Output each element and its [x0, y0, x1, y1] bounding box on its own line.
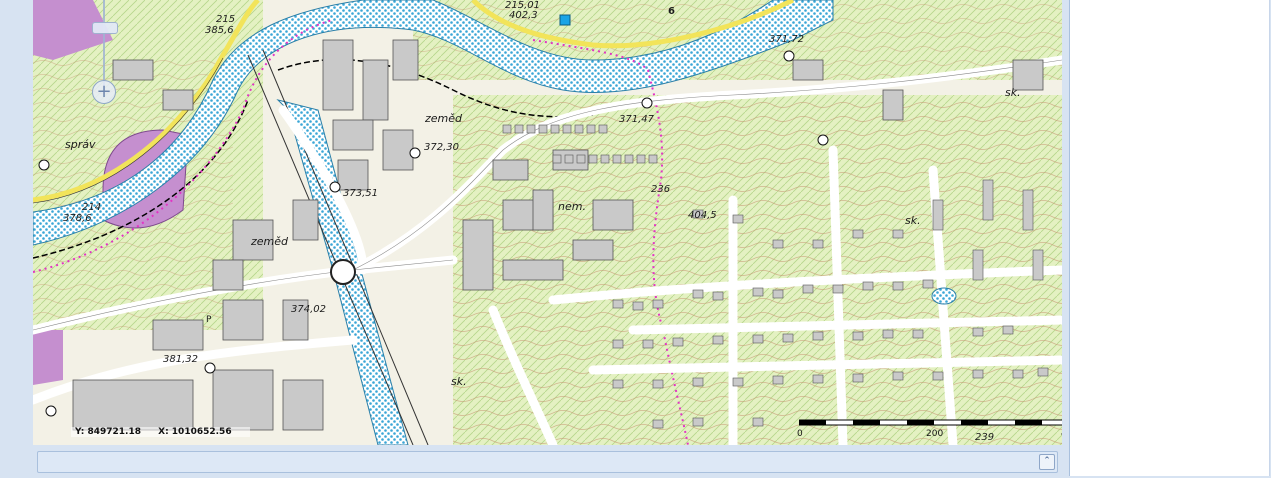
roundabout — [330, 259, 356, 285]
label-372-30: 372,30 — [424, 142, 459, 153]
label-378-6: 378,6 — [63, 213, 92, 224]
coordinate-readout: Y: 849721.18 X: 1010652.56 — [71, 427, 250, 437]
label-402-3: 402,3 — [509, 10, 538, 21]
map-border-right — [1062, 0, 1069, 478]
label-381-32: 381,32 — [163, 354, 198, 365]
coordinate-y: Y: 849721.18 — [75, 427, 141, 437]
zoom-slider-handle[interactable] — [92, 22, 118, 34]
label-sk-bottom: sk. — [451, 375, 467, 388]
scale-tick-200: 200 — [926, 429, 944, 439]
label-214: 214 — [82, 202, 101, 213]
parking-symbol: P — [206, 315, 212, 325]
map-viewport[interactable]: správ zeměd zeměd nem. sk. sk. sk. 215 3… — [33, 0, 1062, 445]
label-215: 215 — [216, 14, 235, 25]
label-zemed-left: zeměd — [250, 235, 289, 248]
label-374-02: 374,02 — [291, 304, 326, 315]
label-nem: nem. — [558, 200, 586, 213]
scale-bar-graphic — [798, 419, 1062, 426]
zoom-slider-track[interactable] — [103, 0, 105, 90]
label-6: 6 — [668, 6, 675, 17]
cyan-marker — [559, 14, 571, 26]
right-side-panel — [1069, 0, 1270, 476]
coordinate-x: X: 1010652.56 — [158, 427, 232, 437]
label-236: 236 — [651, 184, 670, 195]
scale-tick-0: 0 — [797, 429, 803, 439]
label-371-72: 371,72 — [769, 34, 804, 45]
left-panel-edge — [0, 0, 33, 478]
expand-panel-button[interactable]: ⌃ — [1039, 454, 1055, 470]
label-385-6: 385,6 — [205, 25, 234, 36]
label-zemed-top: zeměd — [424, 112, 463, 125]
bottom-panel: ⌃ — [37, 451, 1058, 473]
zoom-control: + — [91, 0, 118, 110]
label-373-51: 373,51 — [343, 188, 378, 199]
label-sk-mid: sk. — [905, 214, 921, 227]
label-404-5: 404,5 — [688, 210, 717, 221]
label-sk-right: sk. — [1005, 86, 1021, 99]
scale-bar: 0 200 400 — [797, 415, 1062, 445]
label-371-47: 371,47 — [619, 114, 655, 125]
label-sprav: správ — [65, 138, 96, 151]
map-canvas[interactable]: správ zeměd zeměd nem. sk. sk. sk. 215 3… — [33, 0, 1062, 445]
pond — [931, 287, 957, 305]
zoom-in-button[interactable]: + — [92, 80, 116, 104]
